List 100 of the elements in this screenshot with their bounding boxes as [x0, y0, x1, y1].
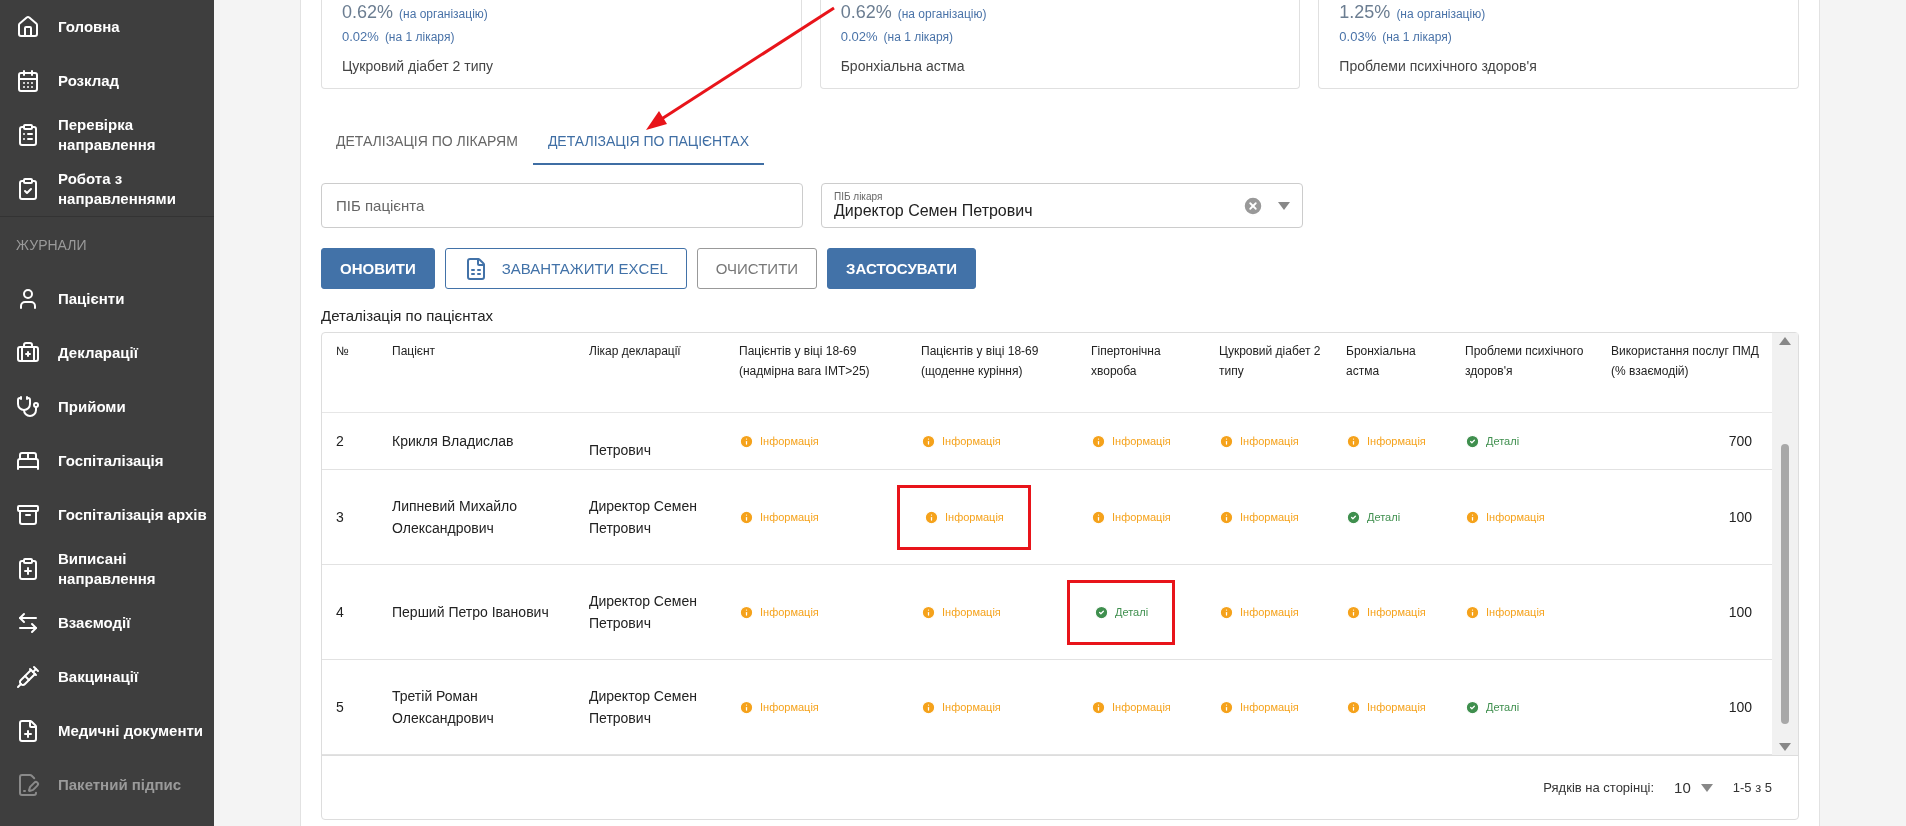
info-link[interactable]: Інформація	[1219, 604, 1299, 620]
rows-per-page-select[interactable]: 10	[1674, 779, 1713, 796]
table-cell: Перший Петро Іванович	[378, 565, 575, 660]
column-header: №	[322, 333, 378, 413]
info-icon	[1091, 699, 1106, 715]
stat-value: 0.62%	[342, 2, 394, 23]
info-link[interactable]: Інформація	[1091, 699, 1171, 715]
swap-arrows-icon	[16, 611, 40, 635]
action-button[interactable]: ЗАВАНТАЖИТИ EXCEL	[444, 248, 687, 289]
details-link[interactable]: Деталі	[1465, 699, 1520, 715]
stat-per-doctor: 0.03%	[1339, 29, 1377, 44]
action-button[interactable]: ЗАСТОСУВАТИ	[827, 248, 976, 289]
info-link[interactable]: Інформація	[739, 509, 819, 525]
table-cell: 100	[1597, 565, 1772, 660]
info-link[interactable]: Інформація	[1465, 604, 1545, 620]
info-icon	[1465, 509, 1480, 525]
info-icon	[1346, 699, 1361, 715]
info-link[interactable]: Інформація	[739, 699, 819, 715]
info-icon	[739, 699, 754, 715]
info-link[interactable]: Інформація	[1219, 433, 1299, 449]
column-header: Пацієнтів у віці 18-69 (щоденне куріння)	[907, 333, 1077, 413]
check-icon	[1465, 699, 1480, 715]
details-link[interactable]: Деталі	[1067, 579, 1176, 645]
table-cell: Директор Семен Петрович	[575, 470, 725, 565]
stat-note: (на 1 лікаря)	[883, 30, 954, 44]
sidebar-item[interactable]: Медичні документи	[0, 704, 214, 758]
info-link[interactable]: Інформація	[1219, 699, 1299, 715]
info-link[interactable]: Інформація	[739, 433, 819, 449]
clear-icon[interactable]	[1242, 194, 1264, 217]
sidebar-item[interactable]: Робота з направленнями	[0, 162, 214, 216]
info-icon	[1091, 509, 1106, 525]
info-link[interactable]: Інформація	[921, 433, 1001, 449]
sidebar-item[interactable]: Декларації	[0, 326, 214, 380]
sidebar-item[interactable]: Пацієнти	[0, 272, 214, 326]
column-header: Лікар декларації	[575, 333, 725, 413]
doctor-select[interactable]: ПІБ лікаря Директор Семен Петрович	[821, 183, 1303, 228]
info-icon	[1465, 604, 1480, 620]
stat-note: (на організацію)	[1396, 7, 1486, 21]
document-pen-icon	[16, 773, 40, 797]
clipboard-icon	[16, 557, 40, 581]
table-cell: Крикля Владислав	[378, 413, 575, 470]
caret-icon	[1278, 201, 1290, 210]
sidebar-item[interactable]: Госпіталізація	[0, 434, 214, 488]
info-link[interactable]: Інформація	[1465, 509, 1545, 525]
sidebar-item[interactable]: Взаємодії	[0, 596, 214, 650]
stat-note: (на 1 лікаря)	[384, 30, 455, 44]
info-icon	[921, 433, 936, 449]
rows-per-page-label: Рядків на сторінці:	[1543, 780, 1655, 795]
table-cell: 5	[322, 660, 378, 755]
table-cell: 4	[322, 565, 378, 660]
table-cell: Петрович	[575, 413, 725, 470]
archive-box-icon	[16, 503, 40, 527]
sidebar-item[interactable]: Прийоми	[0, 380, 214, 434]
check-icon	[1094, 604, 1109, 620]
info-link[interactable]: Інформація	[897, 484, 1031, 550]
home-icon	[16, 15, 40, 39]
sidebar-item[interactable]: Вакцинації	[0, 650, 214, 704]
info-link[interactable]: Інформація	[1346, 433, 1426, 449]
info-link[interactable]: Інформація	[1346, 699, 1426, 715]
sidebar-item[interactable]: Виписані направлення	[0, 542, 214, 596]
info-icon	[1346, 604, 1361, 620]
action-button[interactable]: ОЧИСТИТИ	[696, 248, 818, 289]
tab[interactable]: ДЕТАЛІЗАЦІЯ ПО ЛІКАРЯМ	[321, 119, 533, 165]
stat-label: Проблеми психічного здоров'я	[1339, 58, 1538, 74]
stat-note: (на організацію)	[399, 7, 488, 21]
medical-kit-icon	[16, 341, 40, 365]
sidebar-item[interactable]: Госпіталізація архів	[0, 488, 214, 542]
info-link[interactable]: Інформація	[1091, 509, 1171, 525]
info-link[interactable]: Інформація	[921, 699, 1001, 715]
file-plus-icon	[16, 719, 40, 743]
stat-value: 0.62%	[840, 2, 892, 23]
stat-per-doctor: 0.02%	[840, 29, 878, 44]
info-icon	[1219, 509, 1234, 525]
details-link[interactable]: Деталі	[1465, 433, 1520, 449]
sidebar-item[interactable]: Перевірка направлення	[0, 108, 214, 162]
column-header: Бронхіальна астма	[1332, 333, 1451, 413]
info-link[interactable]: Інформація	[739, 604, 819, 620]
info-icon	[1346, 433, 1361, 449]
check-icon	[1346, 509, 1361, 525]
column-header: Проблеми психічного здоров'я	[1451, 333, 1597, 413]
scrollbar[interactable]	[1772, 333, 1798, 755]
details-link[interactable]: Деталі	[1346, 509, 1401, 525]
calendar-icon	[16, 69, 40, 93]
info-link[interactable]: Інформація	[1219, 509, 1299, 525]
bed-icon	[16, 449, 40, 473]
table-title: Деталізація по пацієнтах	[321, 307, 495, 324]
patient-name-field[interactable]: ПІБ пацієнта	[321, 183, 803, 228]
sidebar-item[interactable]: Головна	[0, 0, 214, 54]
info-link[interactable]: Інформація	[1091, 433, 1171, 449]
action-button[interactable]: ОНОВИТИ	[321, 248, 435, 289]
stat-label: Бронхіальна астма	[840, 58, 966, 74]
info-link[interactable]: Інформація	[1346, 604, 1426, 620]
sidebar-item[interactable]: Розклад	[0, 54, 214, 108]
syringe-icon	[16, 665, 40, 689]
info-icon	[921, 604, 936, 620]
info-icon	[921, 699, 936, 715]
info-link[interactable]: Інформація	[921, 604, 1001, 620]
clipboard-check-icon	[16, 177, 40, 201]
table-cell: Третій Роман Олександрович	[378, 660, 575, 755]
info-icon	[1091, 433, 1106, 449]
